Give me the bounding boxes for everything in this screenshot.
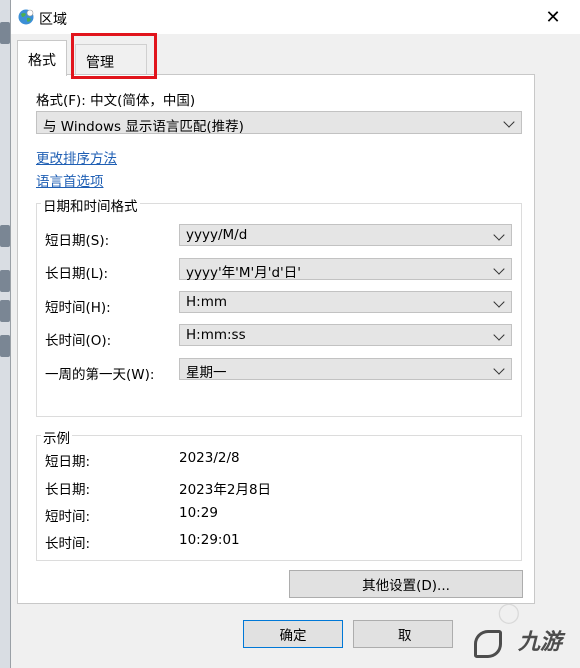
chevron-down-icon bbox=[493, 263, 505, 275]
first-day-value: 星期一 bbox=[186, 365, 227, 381]
watermark-ghost: ◯ bbox=[497, 600, 520, 624]
tab-strip: 格式 管理 bbox=[17, 40, 577, 76]
short-date-label: 短日期(S): bbox=[45, 233, 110, 249]
example-long-date-value: 2023年2月8日 bbox=[179, 482, 272, 498]
format-panel: 格式(F): 中文(简体，中国) 与 Windows 显示语言匹配(推荐) 更改… bbox=[17, 74, 535, 604]
background-fragment bbox=[0, 225, 10, 247]
datetime-format-group: 日期和时间格式 短日期(S): yyyy/M/d 长日期(L): yyyy'年'… bbox=[36, 195, 522, 417]
example-group: 示例 短日期: 2023/2/8 长日期: 2023年2月8日 短时间: 10:… bbox=[36, 427, 522, 561]
short-time-label: 短时间(H): bbox=[45, 300, 111, 316]
short-date-select[interactable]: yyyy/M/d bbox=[179, 224, 512, 246]
long-time-label: 长时间(O): bbox=[45, 333, 112, 349]
watermark-text: 九游 bbox=[517, 630, 562, 655]
example-short-date-value: 2023/2/8 bbox=[179, 450, 240, 466]
language-preferences-link[interactable]: 语言首选项 bbox=[36, 170, 104, 190]
tab-format[interactable]: 格式 bbox=[17, 40, 67, 76]
background-fragment bbox=[0, 335, 10, 357]
long-time-value: H:mm:ss bbox=[186, 327, 246, 343]
window-title: 区域 bbox=[39, 12, 67, 28]
example-group-title: 示例 bbox=[41, 427, 72, 447]
example-short-time-value: 10:29 bbox=[179, 505, 218, 521]
background-fragment bbox=[0, 300, 10, 322]
long-date-select[interactable]: yyyy'年'M'月'd'日' bbox=[179, 258, 512, 281]
close-button[interactable]: ✕ bbox=[540, 5, 566, 29]
watermark: ◯ 九游 bbox=[400, 598, 580, 668]
example-short-date-label: 短日期: bbox=[45, 454, 91, 470]
ok-button[interactable]: 确定 bbox=[243, 620, 343, 648]
region-dialog: 区域 ✕ 格式 管理 格式(F): 中文(简体，中国) 与 Windows 显示… bbox=[10, 0, 580, 668]
background-fragment bbox=[0, 22, 10, 44]
chevron-down-icon bbox=[493, 229, 505, 241]
datetime-group-title: 日期和时间格式 bbox=[41, 195, 140, 215]
titlebar: 区域 ✕ bbox=[11, 0, 580, 34]
chevron-down-icon bbox=[493, 363, 505, 375]
short-time-value: H:mm bbox=[186, 294, 228, 310]
chevron-down-icon bbox=[493, 296, 505, 308]
long-date-value: yyyy'年'M'月'd'日' bbox=[186, 265, 301, 281]
long-date-label: 长日期(L): bbox=[45, 266, 109, 282]
chevron-down-icon bbox=[503, 116, 515, 128]
short-time-select[interactable]: H:mm bbox=[179, 291, 512, 313]
example-long-time-value: 10:29:01 bbox=[179, 532, 240, 548]
long-time-select[interactable]: H:mm:ss bbox=[179, 324, 512, 346]
change-sort-link[interactable]: 更改排序方法 bbox=[36, 147, 117, 167]
chevron-down-icon bbox=[493, 329, 505, 341]
first-day-label: 一周的第一天(W): bbox=[45, 367, 155, 383]
format-select-value: 与 Windows 显示语言匹配(推荐) bbox=[43, 119, 244, 135]
background-fragment bbox=[0, 270, 10, 292]
tab-administrative[interactable]: 管理 bbox=[75, 44, 147, 74]
watermark-logo-icon bbox=[474, 630, 502, 658]
first-day-select[interactable]: 星期一 bbox=[179, 358, 512, 381]
close-icon: ✕ bbox=[545, 6, 561, 28]
globe-icon bbox=[18, 9, 34, 25]
example-short-time-label: 短时间: bbox=[45, 509, 91, 525]
format-select[interactable]: 与 Windows 显示语言匹配(推荐) bbox=[36, 111, 522, 135]
short-date-value: yyyy/M/d bbox=[186, 227, 248, 243]
format-label: 格式(F): 中文(简体，中国) bbox=[36, 93, 196, 109]
example-long-date-label: 长日期: bbox=[45, 482, 91, 498]
additional-settings-button[interactable]: 其他设置(D)... bbox=[289, 570, 523, 598]
example-long-time-label: 长时间: bbox=[45, 536, 91, 552]
